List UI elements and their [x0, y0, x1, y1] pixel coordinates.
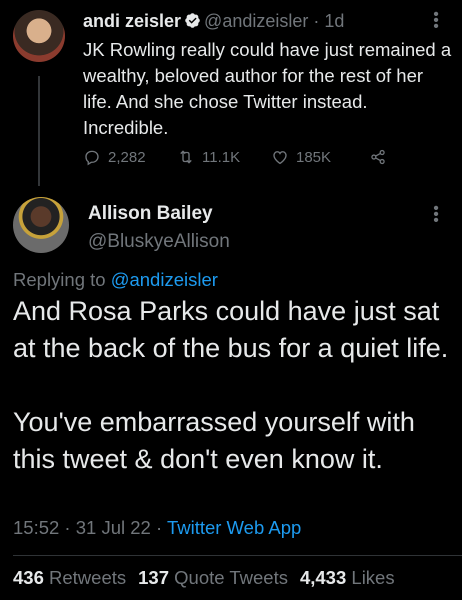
like-icon — [273, 151, 287, 165]
quote-tweets-stat[interactable]: 137 Quote Tweets — [138, 567, 288, 588]
reply-icon — [85, 150, 99, 166]
tweet2-stats: 436 Retweets 137 Quote Tweets 4,433 Likes — [13, 566, 407, 590]
tweet1-display-name[interactable]: andi zeisler — [83, 11, 181, 31]
source-link[interactable]: Twitter Web App — [167, 517, 301, 538]
like-count: 185K — [296, 148, 332, 166]
retweets-label: Retweets — [49, 567, 127, 588]
tweet2-text: And Rosa Parks could have just sat at th… — [13, 296, 449, 474]
retweet-icon — [180, 150, 192, 164]
retweet-button[interactable]: 11.1K — [177, 148, 240, 166]
likes-label: Likes — [351, 567, 395, 588]
likes-stat[interactable]: 4,433 Likes — [300, 567, 395, 588]
divider — [13, 555, 462, 556]
reply-count: 2,282 — [108, 148, 146, 166]
reply-button[interactable]: 2,282 — [83, 148, 146, 166]
retweets-count: 436 — [13, 567, 44, 588]
retweets-stat[interactable]: 436 Retweets — [13, 567, 126, 588]
tweet1-handle[interactable]: @andizeisler — [204, 11, 308, 31]
tweet1-actions: 2,282 11.1K 185K — [83, 148, 403, 170]
thread-connector-line — [38, 76, 40, 186]
tweet2-display-name[interactable]: Allison Bailey — [88, 203, 213, 225]
tweet1-header: andi zeisler @andizeisler · 1d — [83, 9, 344, 33]
tweet1-time[interactable]: 1d — [324, 11, 344, 31]
timestamp-text[interactable]: 15:52 · 31 Jul 22 · — [13, 517, 167, 538]
share-button[interactable] — [369, 148, 387, 166]
quotes-label: Quote Tweets — [174, 567, 288, 588]
time-separator: · — [308, 11, 325, 31]
more-options-icon[interactable]: • • • — [430, 7, 442, 35]
avatar-andi-zeisler[interactable] — [13, 10, 65, 62]
verified-badge-icon — [185, 13, 200, 28]
tweet2-handle[interactable]: @BluskyeAllison — [88, 231, 230, 253]
retweet-count: 11.1K — [202, 148, 241, 166]
replying-prefix: Replying to — [13, 269, 111, 290]
like-button[interactable]: 185K — [271, 148, 331, 166]
tweet1-text: JK Rowling really could have just remain… — [83, 39, 452, 138]
quotes-count: 137 — [138, 567, 170, 588]
more-options-icon[interactable]: • • • — [430, 201, 442, 229]
avatar-allison-bailey[interactable] — [13, 197, 69, 253]
replying-to: Replying to @andizeisler — [13, 268, 218, 292]
likes-count: 4,433 — [299, 567, 347, 588]
tweet2-timestamp: 15:52 · 31 Jul 22 · Twitter Web App — [13, 516, 301, 540]
share-icon — [371, 149, 385, 165]
replying-mention-link[interactable]: @andizeisler — [111, 269, 218, 290]
